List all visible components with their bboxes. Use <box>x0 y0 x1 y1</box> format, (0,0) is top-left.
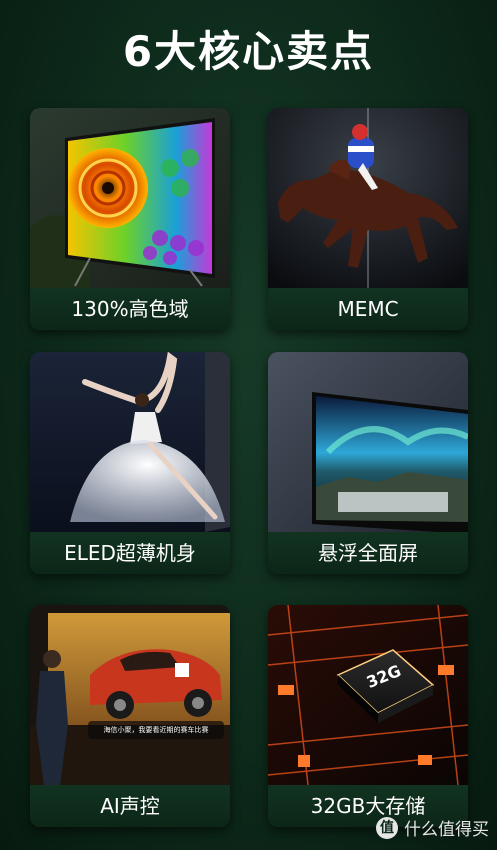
rally-car-image: 海信小聚，我要看近期的赛车比赛 <box>30 605 230 785</box>
feature-caption: ELED超薄机身 <box>30 532 230 574</box>
chip-image: 32G <box>268 605 468 785</box>
feature-card-storage: 32G 32GB大存储 <box>268 605 468 827</box>
ballerina-image <box>30 352 230 532</box>
feature-card-floating-screen: 悬浮全面屏 <box>268 352 468 574</box>
voice-command-bubble: 海信小聚，我要看近期的赛车比赛 <box>103 726 209 734</box>
chameleon-tv-image <box>30 108 230 288</box>
feature-card-color-gamut: 130%高色域 <box>30 108 230 330</box>
watermark: 值 什么值得买 <box>376 815 489 840</box>
feature-caption: 130%高色域 <box>30 288 230 330</box>
watermark-text: 什么值得买 <box>404 820 489 840</box>
racehorse-image <box>268 108 468 288</box>
aurora-tv-image <box>268 352 468 532</box>
feature-card-eled: ELED超薄机身 <box>30 352 230 574</box>
watermark-logo-icon: 值 <box>376 816 398 839</box>
feature-caption: AI声控 <box>30 785 230 827</box>
page-title: 6大核心卖点 <box>122 27 375 76</box>
feature-caption: MEMC <box>268 288 468 330</box>
feature-card-ai-voice: 海信小聚，我要看近期的赛车比赛 AI声控 <box>30 605 230 827</box>
feature-caption: 悬浮全面屏 <box>268 532 468 574</box>
feature-card-memc: MEMC <box>268 108 468 330</box>
